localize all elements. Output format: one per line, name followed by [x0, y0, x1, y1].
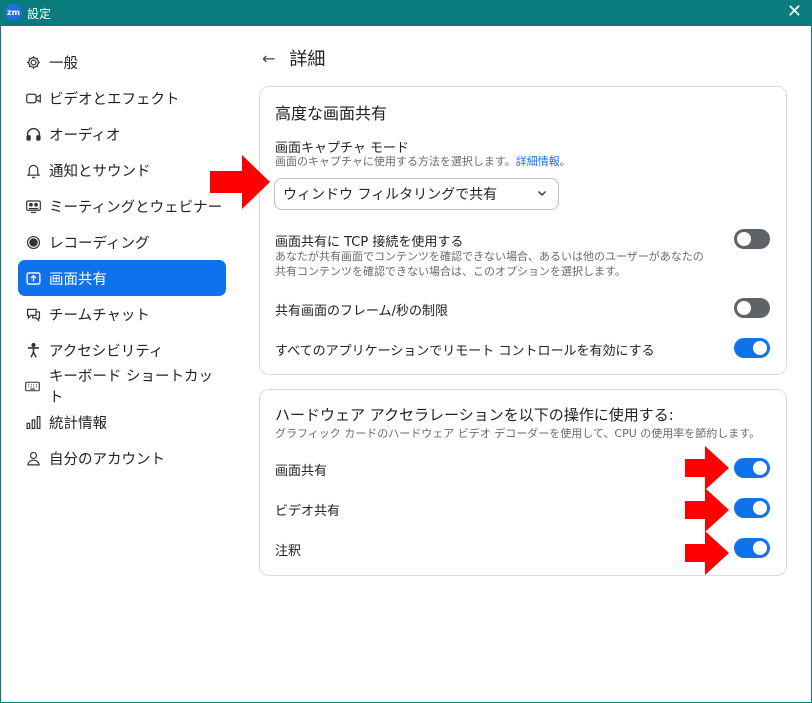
back-arrow-icon[interactable]: ← — [262, 49, 275, 68]
sidebar-item-label: レコーディング — [49, 235, 150, 252]
sidebar-item-team-chat[interactable]: チームチャット — [18, 296, 226, 332]
meeting-icon — [24, 197, 42, 215]
title-bar: zm 設定 ✕ — [0, 0, 812, 26]
capture-mode-select[interactable]: ウィンドウ フィルタリングで共有 — [274, 178, 559, 210]
sidebar-item-video[interactable]: ビデオとエフェクト — [18, 80, 226, 116]
sidebar-item-label: 画面共有 — [49, 271, 107, 288]
page-header: ← 詳細 — [262, 45, 325, 71]
fps-limit-label: 共有画面のフレーム/秒の制限 — [275, 304, 448, 319]
toggle-knob — [753, 461, 767, 475]
hardware-description: グラフィック カードのハードウェア ビデオ デコーダーを使用して、CPU の使用… — [275, 427, 761, 440]
sidebar-item-recording[interactable]: レコーディング — [18, 224, 226, 260]
tcp-description-line1: あなたが共有画面でコンテンツを確認できない場合、あるいは他のユーザーがあなたの — [275, 250, 704, 263]
more-info-link[interactable]: 詳細情報 — [516, 155, 560, 168]
headphones-icon — [24, 125, 42, 143]
toggle-knob — [753, 341, 767, 355]
sidebar-item-label: オーディオ — [49, 127, 121, 144]
page-title: 詳細 — [289, 49, 326, 70]
stats-icon — [24, 413, 42, 431]
window-title: 設定 — [27, 7, 52, 21]
hw-screen-share-toggle[interactable] — [734, 458, 770, 478]
record-icon — [24, 233, 42, 251]
sidebar-item-label: アクセシビリティ — [49, 343, 164, 360]
bell-icon — [24, 161, 42, 179]
remote-control-toggle[interactable] — [734, 338, 770, 358]
toggle-knob — [753, 541, 767, 555]
tcp-description-line2: 共有コンテンツを確認できない場合は、このオプションを選択します。 — [275, 265, 626, 278]
hardware-acceleration-card: ハードウェア アクセラレーションを以下の操作に使用する: グラフィック カードの… — [259, 389, 787, 576]
sidebar-item-statistics[interactable]: 統計情報 — [18, 404, 226, 440]
sidebar-item-screen-share[interactable]: 画面共有 — [18, 260, 226, 296]
sidebar-item-label: 統計情報 — [49, 415, 107, 432]
accessibility-icon — [24, 341, 42, 359]
sidebar-item-label: 自分のアカウント — [49, 451, 165, 468]
user-icon — [24, 449, 42, 467]
sidebar-item-meetings[interactable]: ミーティングとウェビナー — [18, 188, 226, 224]
zoom-logo: zm — [5, 4, 22, 21]
remote-control-label: すべてのアプリケーションでリモート コントロールを有効にする — [275, 344, 655, 359]
chat-icon — [24, 305, 42, 323]
hw-video-share-label: ビデオ共有 — [275, 504, 341, 519]
hw-video-share-toggle[interactable] — [734, 498, 770, 518]
sidebar-item-accessibility[interactable]: アクセシビリティ — [18, 332, 226, 368]
sidebar: 一般 ビデオとエフェクト オーディオ 通知とサウンド ミーティングとウェビナー … — [18, 44, 226, 476]
sidebar-item-general[interactable]: 一般 — [18, 44, 226, 80]
fps-limit-toggle[interactable] — [734, 298, 770, 318]
tcp-toggle[interactable] — [734, 229, 770, 249]
advanced-screen-share-card: 高度な画面共有 画面キャプチャ モード 画面のキャプチャに使用する方法を選択しま… — [259, 86, 787, 375]
sidebar-item-audio[interactable]: オーディオ — [18, 116, 226, 152]
toggle-knob — [737, 301, 751, 315]
sidebar-item-label: 通知とサウンド — [49, 163, 151, 180]
sidebar-item-notifications[interactable]: 通知とサウンド — [18, 152, 226, 188]
hw-annotation-toggle[interactable] — [734, 538, 770, 558]
sidebar-item-label: チームチャット — [49, 307, 150, 324]
hw-screen-share-label: 画面共有 — [275, 464, 328, 479]
capture-mode-description: 画面のキャプチャに使用する方法を選択します。詳細情報。 — [275, 155, 571, 168]
toggle-knob — [737, 232, 751, 246]
chevron-down-icon — [538, 191, 546, 196]
capture-mode-value: ウィンドウ フィルタリングで共有 — [283, 187, 498, 203]
toggle-knob — [753, 501, 767, 515]
sidebar-item-label: ミーティングとウェビナー — [49, 199, 223, 216]
section-title: ハードウェア アクセラレーションを以下の操作に使用する: — [275, 406, 674, 424]
share-screen-icon — [24, 269, 42, 287]
section-title: 高度な画面共有 — [275, 104, 388, 123]
sidebar-item-label: 一般 — [49, 55, 78, 72]
close-icon[interactable]: ✕ — [787, 1, 802, 23]
sidebar-item-label: ビデオとエフェクト — [49, 91, 180, 108]
sidebar-item-label: キーボード ショートカット — [48, 369, 213, 406]
tcp-label: 画面共有に TCP 接続を使用する — [275, 235, 464, 250]
gear-icon — [24, 53, 42, 71]
sidebar-item-keyboard-shortcuts[interactable]: キーボード ショートカット — [18, 368, 226, 406]
video-camera-icon — [24, 89, 42, 107]
sidebar-item-my-account[interactable]: 自分のアカウント — [18, 440, 226, 476]
hw-annotation-label: 注釈 — [275, 544, 302, 559]
keyboard-icon — [24, 377, 42, 395]
